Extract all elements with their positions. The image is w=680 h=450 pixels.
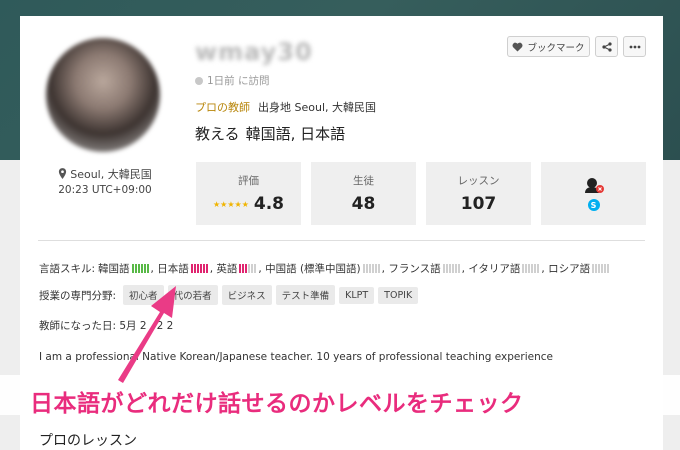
teaches-line: 教える 韓国語, 日本語 [195, 123, 345, 144]
skype-icon: S [587, 199, 600, 211]
subject-tag[interactable]: TOPIK [378, 286, 419, 304]
teaches-label: 教える [195, 125, 240, 143]
students-label: 生徒 [353, 175, 374, 187]
last-visit-text: 1日前 に訪問 [207, 75, 270, 87]
language-level-korean [131, 264, 149, 273]
section-title: プロのレッスン [39, 433, 137, 449]
divider [38, 240, 645, 241]
lessons-stat: レッスン 107 [426, 162, 531, 225]
intro-text: I am a professional Native Korean/Japane… [39, 351, 553, 363]
separator: , [258, 262, 262, 275]
stats-row: 評価 ★★★★★ 4.8 生徒 48 レッスン 107 S [196, 162, 646, 225]
location-pin-icon [59, 168, 67, 179]
avatar[interactable] [46, 38, 160, 152]
more-button[interactable] [623, 36, 646, 57]
teacher-since: 教師になった日: 5月 2 , 2 2 [39, 320, 174, 332]
language-name: イタリア語 [468, 263, 521, 275]
teacher-badge-icon [584, 178, 604, 193]
subjects-label: 授業の専門分野: [39, 289, 117, 302]
share-icon [601, 41, 612, 52]
location-text: Seoul, 大韓民国 [70, 167, 152, 181]
subject-tag[interactable]: 代の若者 [167, 285, 218, 305]
share-button[interactable] [595, 36, 618, 57]
bookmark-button[interactable]: ブックマーク [507, 36, 590, 57]
students-stat: 生徒 48 [311, 162, 416, 225]
language-name: フランス語 [388, 263, 441, 275]
rating-stars: ★★★★★ [213, 199, 249, 209]
heart-icon [512, 42, 523, 52]
pro-teacher-label: プロの教師 [195, 101, 250, 114]
username: wmay30 [195, 38, 313, 66]
location-block: Seoul, 大韓民国 20:23 UTC+09:00 [40, 166, 170, 197]
teaches-value: 韓国語, 日本語 [245, 125, 346, 143]
subject-tag[interactable]: テスト準備 [275, 285, 336, 305]
language-level-italian [522, 264, 540, 273]
rating-value: 4.8 [253, 194, 284, 214]
bookmark-label: ブックマーク [527, 42, 585, 54]
language-name: 韓国語 [98, 263, 130, 275]
language-name: 日本語 [157, 263, 189, 275]
language-name: ロシア語 [548, 263, 591, 275]
separator: , [381, 262, 385, 275]
lessons-value: 107 [460, 194, 497, 214]
badges-stat: S [541, 162, 646, 225]
students-value: 48 [351, 194, 376, 214]
language-name: 中国語 (標準中国語) [265, 263, 361, 275]
language-skills-label: 言語スキル: [39, 263, 96, 275]
hometown: 出身地 Seoul, 大韓民国 [258, 101, 376, 114]
subject-tag[interactable]: KLPT [339, 286, 375, 304]
separator: , [150, 262, 154, 275]
subject-tag[interactable]: ビジネス [221, 285, 272, 305]
language-level-japanese [190, 264, 208, 273]
local-time: 20:23 UTC+09:00 [58, 184, 152, 196]
more-dots-icon [629, 45, 640, 48]
lessons-label: レッスン [457, 175, 500, 187]
rating-label: 評価 [238, 175, 259, 187]
separator: , [209, 262, 214, 275]
subjects-row: 授業の専門分野: 初心者 代の若者 ビジネス テスト準備 KLPT TOPIK [39, 285, 419, 305]
separator: , [461, 262, 465, 275]
language-name: 英語 [216, 263, 238, 275]
status-dot-icon [195, 76, 203, 85]
pro-line: プロの教師 出身地 Seoul, 大韓民国 [195, 99, 376, 115]
callout-text: 日本語がどれだけ話せるのかレベルをチェック [30, 391, 524, 417]
language-level-russian [592, 264, 610, 273]
language-level-english [239, 264, 257, 273]
rating-stat: 評価 ★★★★★ 4.8 [196, 162, 301, 225]
separator: , [541, 262, 545, 275]
language-skills: 言語スキル: 韓国語 , 日本語 , 英語 , 中国語 (標準中国語) , フラ… [39, 261, 611, 276]
language-level-french [442, 264, 460, 273]
last-visit: 1日前 に訪問 [195, 73, 270, 88]
subject-tag[interactable]: 初心者 [123, 285, 164, 305]
action-buttons: ブックマーク [507, 36, 646, 57]
language-level-chinese [362, 264, 380, 273]
